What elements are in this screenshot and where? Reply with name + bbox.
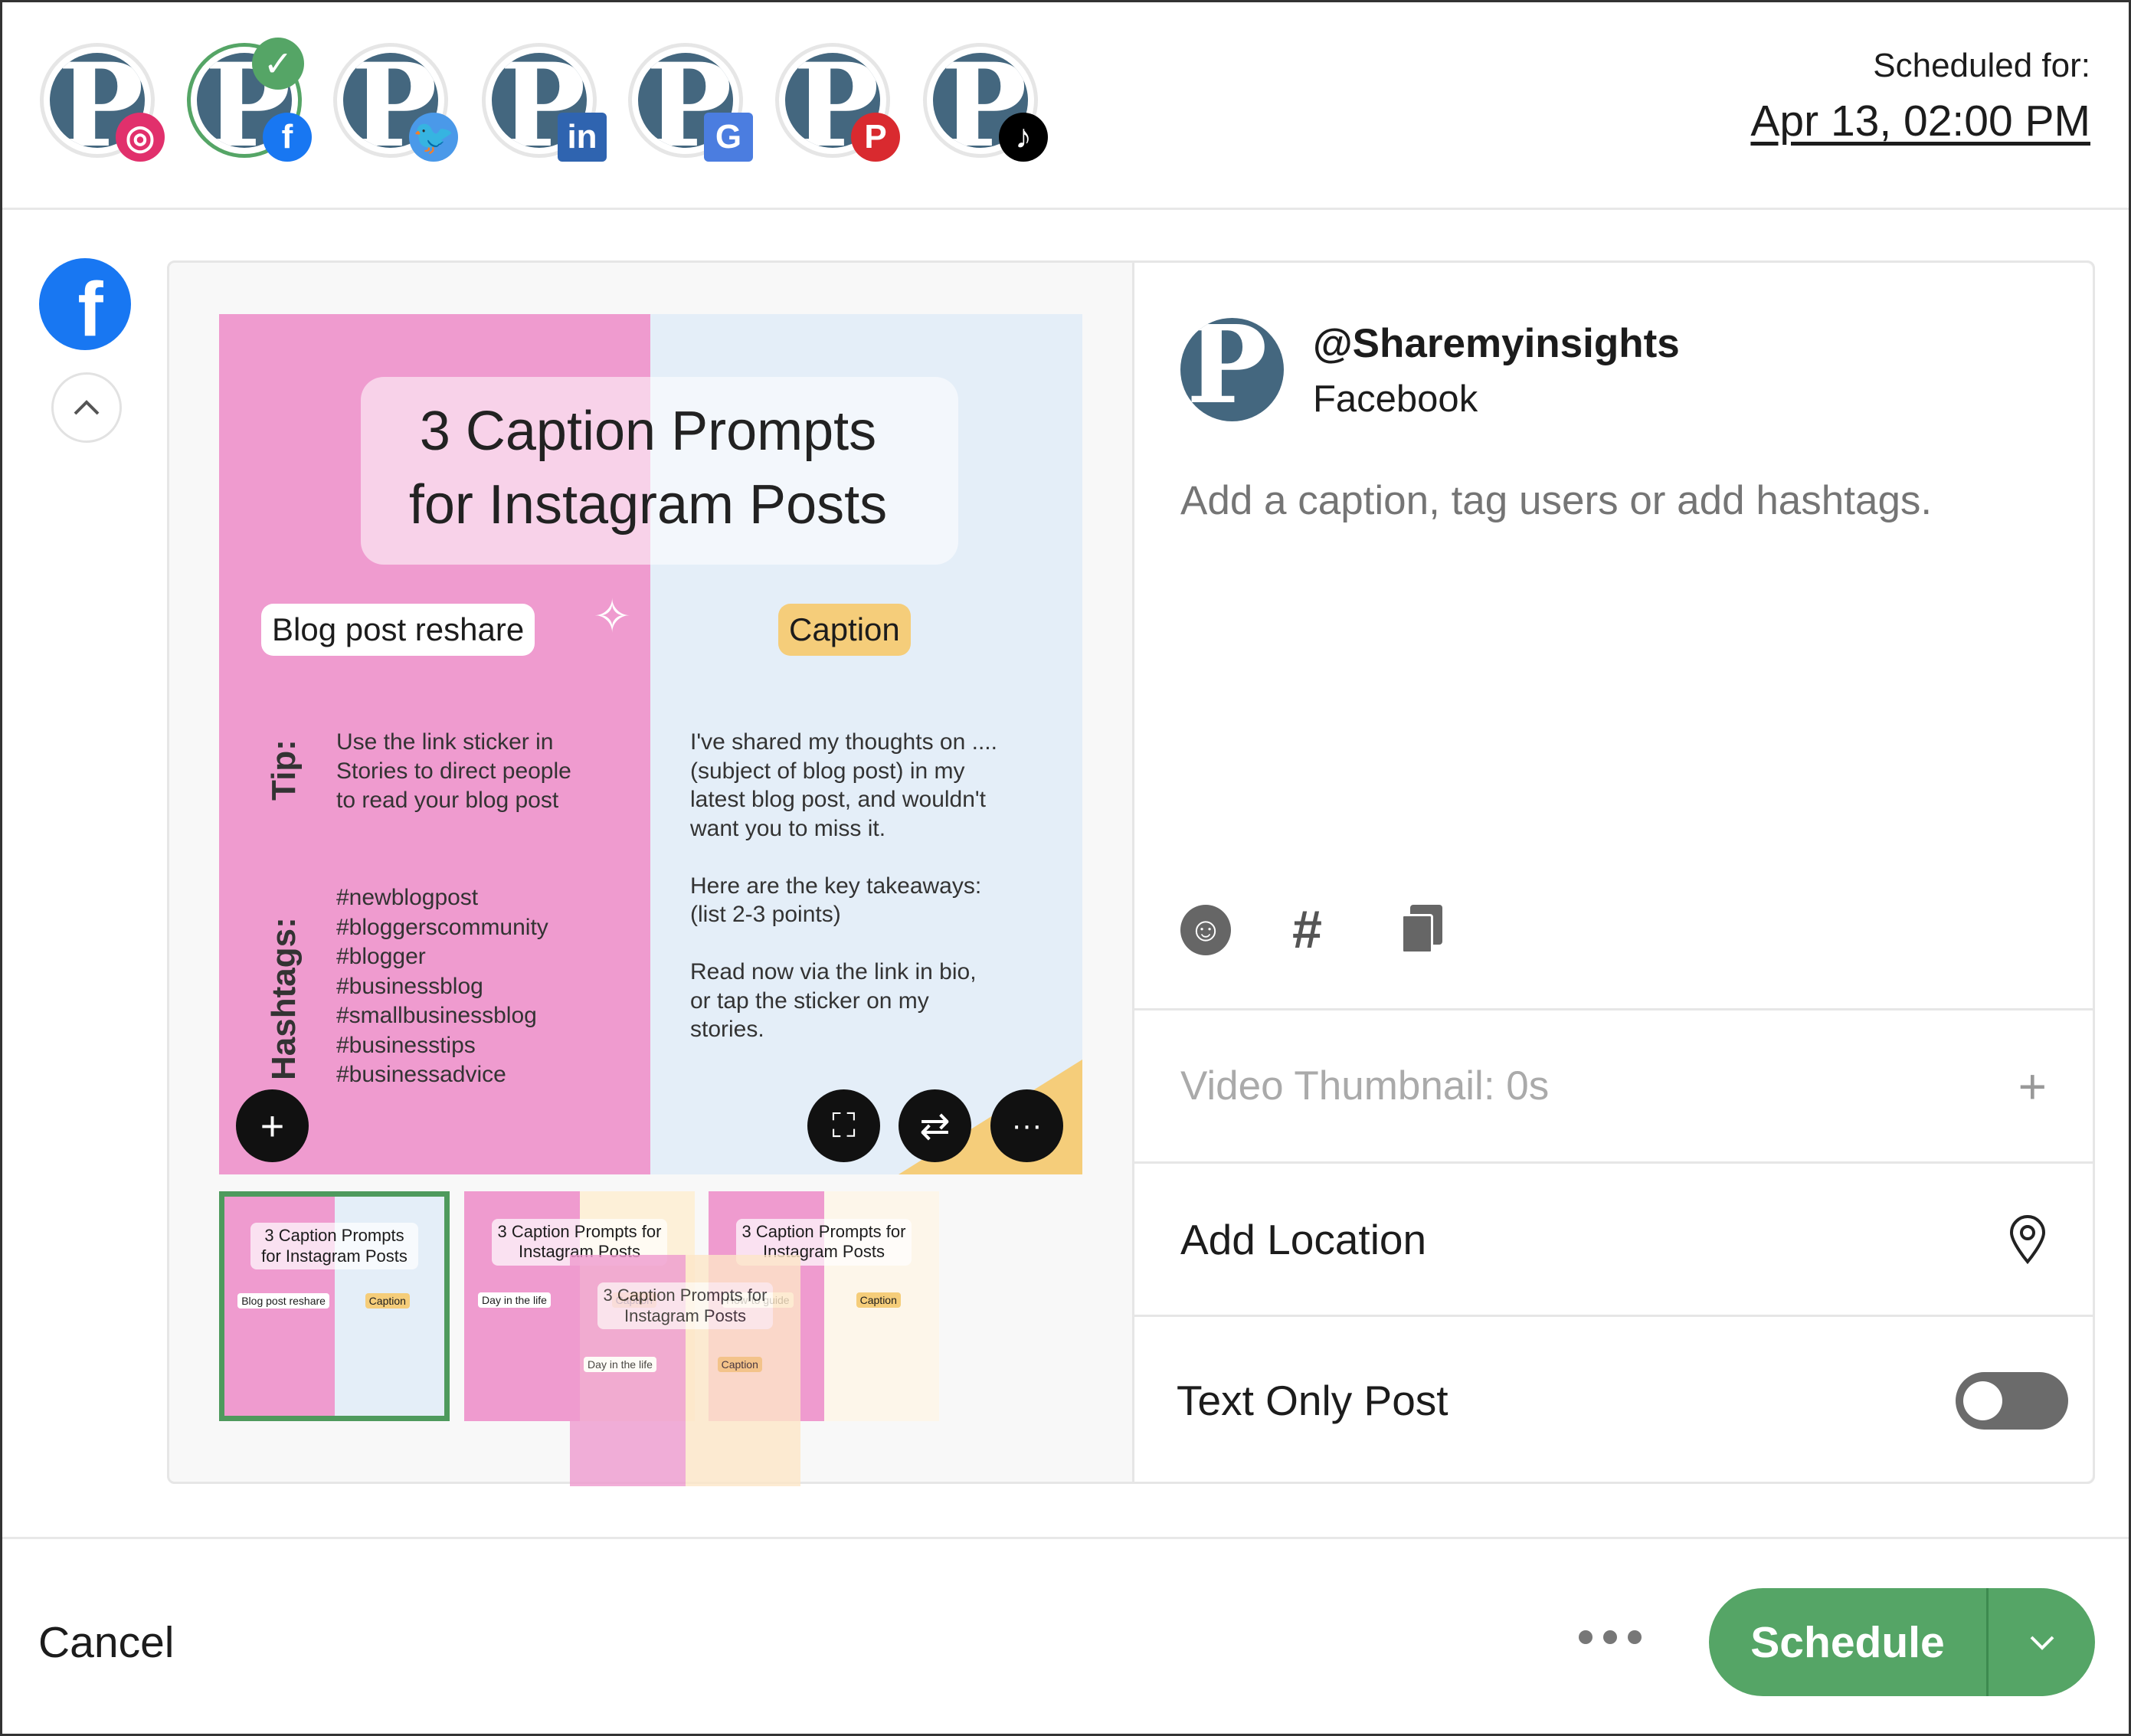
account-avatar: P [1180,318,1284,421]
account-instagram[interactable]: P ◎ [40,43,165,162]
thumbnail-label: Blog post reshare [237,1292,329,1309]
text-line: #businesstips [336,1032,476,1058]
text-line: #blogger [336,944,426,969]
hashtag-icon[interactable]: # [1291,899,1321,960]
text-line: latest blog post, and wouldn't [690,787,986,812]
media-thumbnail[interactable]: 3 Caption Prompts for Instagram Posts Blo… [219,1191,450,1421]
post-editor-card: 3 Caption Prompts for Instagram Posts Bl… [167,260,2095,1486]
thumbnail-caption-label: Caption [365,1292,410,1309]
thumbnail-title: 3 Caption Prompts for Instagram Posts [597,1282,773,1330]
add-location-row[interactable]: Add Location [1134,1161,2093,1315]
thumbnail-caption-label: Caption [856,1292,901,1308]
emoji-icon[interactable]: ☺ [1180,905,1231,955]
schedule-dropdown-button[interactable] [1989,1588,2095,1696]
account-tiktok[interactable]: P ♪ [923,43,1048,162]
account-handle: @Sharemyinsights [1313,321,1680,366]
video-thumbnail-label: Video Thumbnail: 0s [1180,1063,1550,1109]
text-line: (subject of blog post) in my [690,758,965,784]
account-facebook[interactable]: Pf ✓ [187,38,312,162]
video-thumbnail-row[interactable]: Video Thumbnail: 0s + [1134,1008,2093,1161]
text-line: Read now via the link in bio, [690,959,977,984]
composer-panel: P @Sharemyinsights Facebook ☺ # Video Th… [1132,263,2093,1482]
thumbnail-label: Day in the life [584,1356,656,1372]
thumbnail-caption-label: Caption [717,1356,762,1372]
add-location-label: Add Location [1180,1215,1427,1263]
image-title-line2: for Instagram Posts [408,474,888,536]
plus-icon: + [260,1102,285,1149]
text-line: #businessadvice [336,1062,506,1087]
text-line: Stories to direct people [336,758,571,784]
text-line: or tap the sticker on my [690,988,929,1014]
clipboard-icon[interactable] [1401,905,1444,954]
instagram-icon: ◎ [116,113,165,162]
twitter-icon: 🐦 [409,113,458,162]
chevron-down-icon [2030,1636,2054,1650]
text-only-label: Text Only Post [1177,1377,1448,1424]
text-line [690,843,997,872]
image-left-label: Blog post reshare [261,604,535,656]
text-line: want you to miss it. [690,815,886,841]
text-line: Use the link sticker in [336,729,554,755]
image-right-label: Caption [778,604,911,656]
text-line: (list 2-3 points) [690,902,841,927]
chevron-up-button[interactable] [51,372,122,443]
text-line: stories. [690,1017,764,1042]
more-options-button[interactable] [1579,1630,1642,1644]
hashtags-label: Hashtags: [265,917,303,1080]
cancel-button[interactable]: Cancel [38,1617,174,1668]
account-pinterest[interactable]: PP [775,43,900,162]
add-media-button[interactable]: + [236,1089,309,1162]
text-line [690,929,997,958]
schedule-button-group: Schedule [1709,1588,2095,1696]
text-line: Here are the key takeaways: [690,873,982,899]
divider [2,1537,2129,1539]
sparkle-icon: ✧ [593,591,632,642]
facebook-icon[interactable]: f [39,258,131,350]
location-pin-icon [2009,1214,2046,1264]
facebook-icon: f [263,113,312,162]
divider [2,208,2129,210]
swap-icon: ⇄ [919,1105,951,1147]
google-business-icon: G [704,113,753,162]
text-only-row: Text Only Post [1134,1315,2093,1484]
scheduled-label: Scheduled for: [1873,47,2090,84]
hashtag-list: #newblogpost #bloggerscommunity #blogger #b… [336,883,548,1090]
text-line: I've shared my thoughts on .... [690,729,997,755]
account-linkedin[interactable]: Pin [482,43,607,162]
plus-icon[interactable]: + [2018,1058,2047,1115]
expand-icon: ⛶ [832,1106,856,1145]
media-thumbnail[interactable]: 3 Caption Prompts for Instagram Posts Day… [570,1255,800,1486]
text-only-toggle[interactable] [1956,1371,2068,1430]
account-network: Facebook [1313,378,1478,420]
post-image[interactable]: 3 Caption Prompts for Instagram Posts Bl… [219,314,1082,1174]
tiktok-icon: ♪ [999,113,1048,162]
thumbnail-label: Day in the life [478,1292,551,1308]
check-icon: ✓ [252,38,304,90]
text-line: to read your blog post [336,788,559,813]
account-twitter[interactable]: P 🐦 [333,43,458,162]
chevron-up-icon [74,400,100,415]
text-line: #newblogpost [336,885,479,910]
text-line: #businessblog [336,973,483,999]
more-icon: ··· [1011,1109,1043,1142]
scheduled-date[interactable]: Apr 13, 02:00 PM [1750,96,2090,146]
schedule-button[interactable]: Schedule [1709,1588,1986,1696]
thumbnail-title: 3 Caption Prompts for Instagram Posts [250,1223,418,1270]
image-title-line1: 3 Caption Prompts [419,401,877,462]
pinterest-icon: P [851,113,900,162]
caption-input[interactable] [1180,477,2084,860]
text-line: #bloggerscommunity [336,914,548,940]
fullscreen-button[interactable]: ⛶ [807,1089,880,1162]
swap-button[interactable]: ⇄ [899,1089,971,1162]
tip-text: Use the link sticker in Stories to direct… [336,728,571,815]
caption-text: I've shared my thoughts on .... (subject … [690,728,997,1044]
linkedin-icon: in [558,113,607,162]
account-google-business[interactable]: PG [628,43,753,162]
text-line: #smallbusinessblog [336,1003,537,1028]
more-media-options-button[interactable]: ··· [990,1089,1063,1162]
